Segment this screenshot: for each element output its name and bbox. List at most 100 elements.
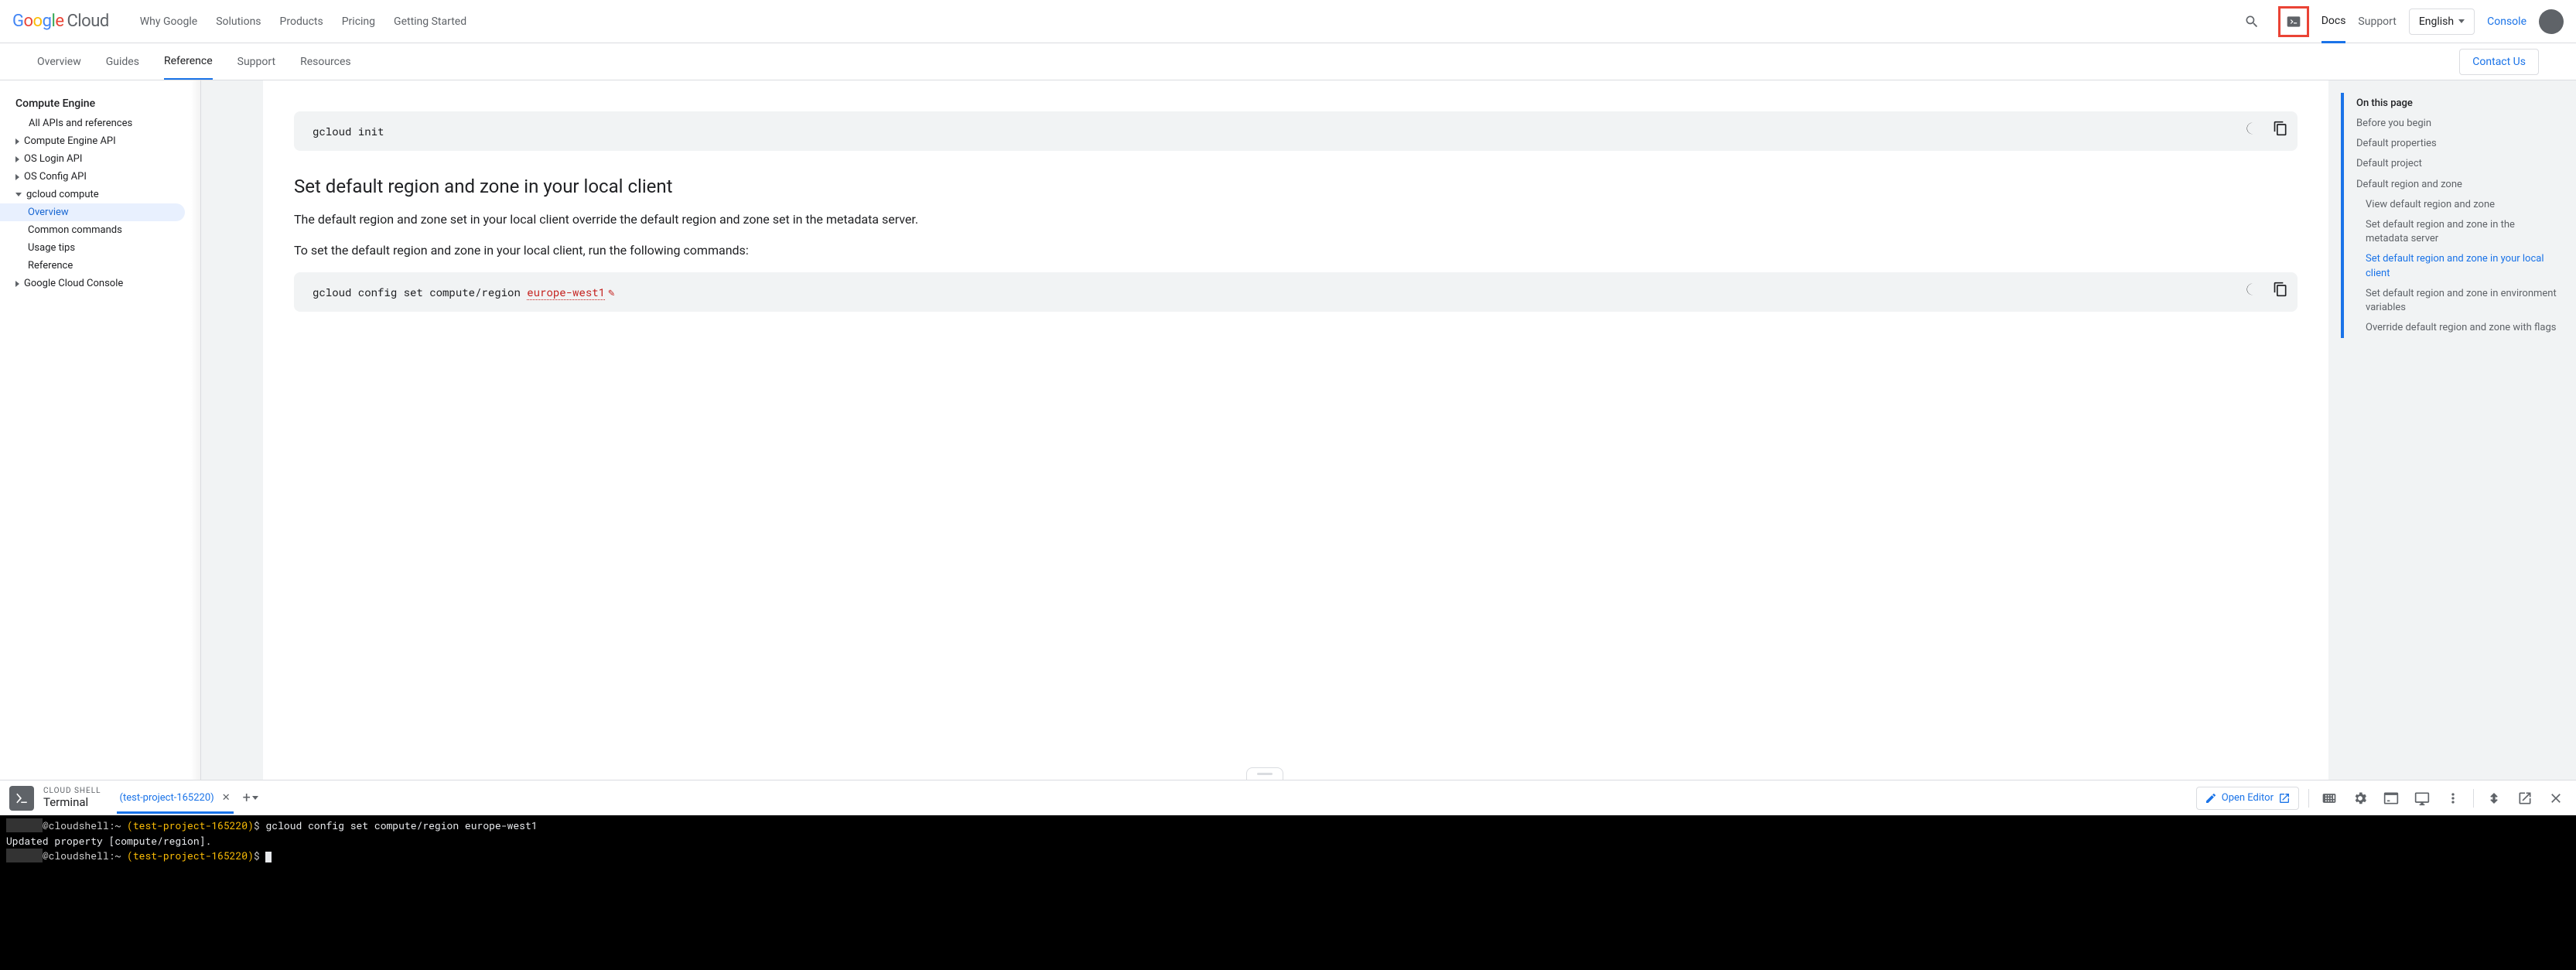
- cloud-shell-icon[interactable]: [2278, 6, 2309, 37]
- sidebar-item-label: Google Cloud Console: [24, 278, 123, 289]
- open-editor-label: Open Editor: [2222, 792, 2274, 804]
- toc-item[interactable]: Default project: [2356, 154, 2557, 174]
- sidebar-item-label: Reference: [28, 260, 73, 272]
- sidebar-item[interactable]: gcloud compute: [0, 186, 200, 203]
- chevron-right-icon: [15, 156, 19, 162]
- nav-products[interactable]: Products: [280, 15, 323, 28]
- shell-tab[interactable]: (test-project-165220) ✕: [117, 783, 234, 814]
- top-nav: Why Google Solutions Products Pricing Ge…: [140, 15, 2238, 28]
- paragraph: The default region and zone set in your …: [294, 210, 2298, 230]
- nav-solutions[interactable]: Solutions: [216, 15, 261, 28]
- toc-item[interactable]: Set default region and zone in the metad…: [2356, 215, 2557, 249]
- chevron-right-icon: [15, 138, 19, 145]
- nav-getting-started[interactable]: Getting Started: [394, 15, 466, 28]
- search-icon[interactable]: [2238, 8, 2266, 36]
- sidebar-item[interactable]: OS Login API: [0, 150, 200, 168]
- copy-icon[interactable]: [2270, 118, 2291, 139]
- theme-icon[interactable]: [2242, 278, 2263, 300]
- toc-title: On this page: [2356, 93, 2557, 114]
- gear-icon[interactable]: [2349, 787, 2371, 809]
- code-text: gcloud init: [313, 124, 384, 138]
- code-block-region: gcloud config set compute/region europe-…: [294, 272, 2298, 312]
- sidebar-item-label: Compute Engine API: [24, 135, 116, 147]
- toc-item[interactable]: View default region and zone: [2356, 195, 2557, 215]
- plus-icon: +: [243, 790, 251, 806]
- shell-label: Terminal: [43, 795, 101, 809]
- toc-item[interactable]: Override default region and zone with fl…: [2356, 318, 2557, 338]
- chevron-down-icon: [252, 796, 258, 800]
- subnav-guides[interactable]: Guides: [106, 45, 139, 79]
- avatar[interactable]: [2539, 9, 2564, 34]
- subnav-support[interactable]: Support: [237, 45, 275, 79]
- subnav-reference[interactable]: Reference: [164, 44, 213, 80]
- left-sidebar[interactable]: Compute Engine All APIs and references Co…: [0, 80, 201, 780]
- section-heading: Set default region and zone in your loca…: [294, 176, 2298, 197]
- sidebar-item[interactable]: Reference: [0, 257, 200, 275]
- code-text: gcloud config set compute/region: [313, 285, 527, 299]
- sidebar-item-label: OS Config API: [24, 171, 87, 183]
- sidebar-item[interactable]: Overview: [0, 203, 185, 221]
- right-sidebar: On this page Before you beginDefault pro…: [2328, 80, 2576, 780]
- toc-item[interactable]: Set default region and zone in your loca…: [2356, 249, 2557, 283]
- sidebar-title: Compute Engine: [0, 93, 200, 114]
- close-icon[interactable]: [2545, 787, 2567, 809]
- global-header: GoogleCloud Why Google Solutions Product…: [0, 0, 2576, 43]
- toc-item[interactable]: Default properties: [2356, 134, 2557, 154]
- sidebar-item-label: Overview: [28, 207, 69, 218]
- sidebar-item[interactable]: Compute Engine API: [0, 132, 200, 150]
- chevron-down-icon: [2458, 19, 2465, 23]
- toc-item[interactable]: Set default region and zone in environme…: [2356, 284, 2557, 318]
- terminal-line: @cloudshell:~ (test-project-165220)$: [6, 849, 2570, 864]
- sidebar-item[interactable]: OS Config API: [0, 168, 200, 186]
- sidebar-item-label: gcloud compute: [26, 189, 99, 200]
- google-cloud-logo[interactable]: GoogleCloud: [12, 12, 109, 31]
- resize-handle[interactable]: [1246, 767, 1283, 780]
- sidebar-item[interactable]: All APIs and references: [0, 114, 200, 132]
- support-link[interactable]: Support: [2358, 15, 2396, 28]
- table-of-contents: On this page Before you beginDefault pro…: [2341, 93, 2557, 338]
- add-tab-button[interactable]: +: [243, 790, 258, 806]
- console-link[interactable]: Console: [2487, 15, 2526, 28]
- paragraph: To set the default region and zone in yo…: [294, 241, 2298, 261]
- subnav-resources[interactable]: Resources: [300, 45, 351, 79]
- terminal[interactable]: @cloudshell:~ (test-project-165220)$ gcl…: [0, 815, 2576, 970]
- shell-label-small: CLOUD SHELL: [43, 787, 101, 795]
- sidebar-item[interactable]: Google Cloud Console: [0, 275, 200, 292]
- more-icon[interactable]: [2442, 787, 2464, 809]
- divider: [2473, 789, 2474, 808]
- sub-nav: Overview Guides Reference Support Resour…: [0, 43, 2576, 80]
- chevron-right-icon: [15, 174, 19, 180]
- shell-titles: CLOUD SHELL Terminal: [43, 787, 101, 809]
- nav-pricing[interactable]: Pricing: [342, 15, 375, 28]
- edit-icon[interactable]: ✎: [608, 285, 614, 299]
- toc-item[interactable]: Default region and zone: [2356, 175, 2557, 195]
- close-icon[interactable]: ✕: [222, 792, 231, 804]
- minimize-icon[interactable]: [2483, 787, 2505, 809]
- copy-icon[interactable]: [2270, 278, 2291, 300]
- subnav-overview[interactable]: Overview: [37, 45, 81, 79]
- keyboard-icon[interactable]: [2318, 787, 2340, 809]
- sidebar-item-label: Usage tips: [28, 242, 75, 254]
- cloud-shell-header: CLOUD SHELL Terminal (test-project-16522…: [0, 780, 2576, 815]
- sidebar-item-label: All APIs and references: [29, 118, 132, 129]
- theme-icon[interactable]: [2242, 118, 2263, 139]
- article-content[interactable]: gcloud init Set default region and zone …: [201, 80, 2328, 780]
- language-selector[interactable]: English: [2409, 9, 2475, 35]
- chevron-right-icon: [15, 281, 19, 287]
- display-icon[interactable]: [2411, 787, 2433, 809]
- sidebar-item[interactable]: Common commands: [0, 221, 200, 239]
- open-new-window-icon[interactable]: [2514, 787, 2536, 809]
- sidebar-item-label: Common commands: [28, 224, 122, 236]
- sidebar-item[interactable]: Usage tips: [0, 239, 200, 257]
- open-editor-button[interactable]: Open Editor: [2196, 787, 2299, 810]
- language-label: English: [2419, 15, 2454, 28]
- web-preview-icon[interactable]: [2380, 787, 2402, 809]
- code-variable[interactable]: europe-west1: [527, 285, 605, 300]
- toc-item[interactable]: Before you begin: [2356, 114, 2557, 134]
- terminal-line: Updated property [compute/region].: [6, 834, 2570, 849]
- contact-us-button[interactable]: Contact Us: [2459, 49, 2539, 75]
- nav-why-google[interactable]: Why Google: [140, 15, 197, 28]
- divider: [2308, 789, 2309, 808]
- docs-link[interactable]: Docs: [2321, 15, 2346, 43]
- main-content: Compute Engine All APIs and references Co…: [0, 80, 2576, 780]
